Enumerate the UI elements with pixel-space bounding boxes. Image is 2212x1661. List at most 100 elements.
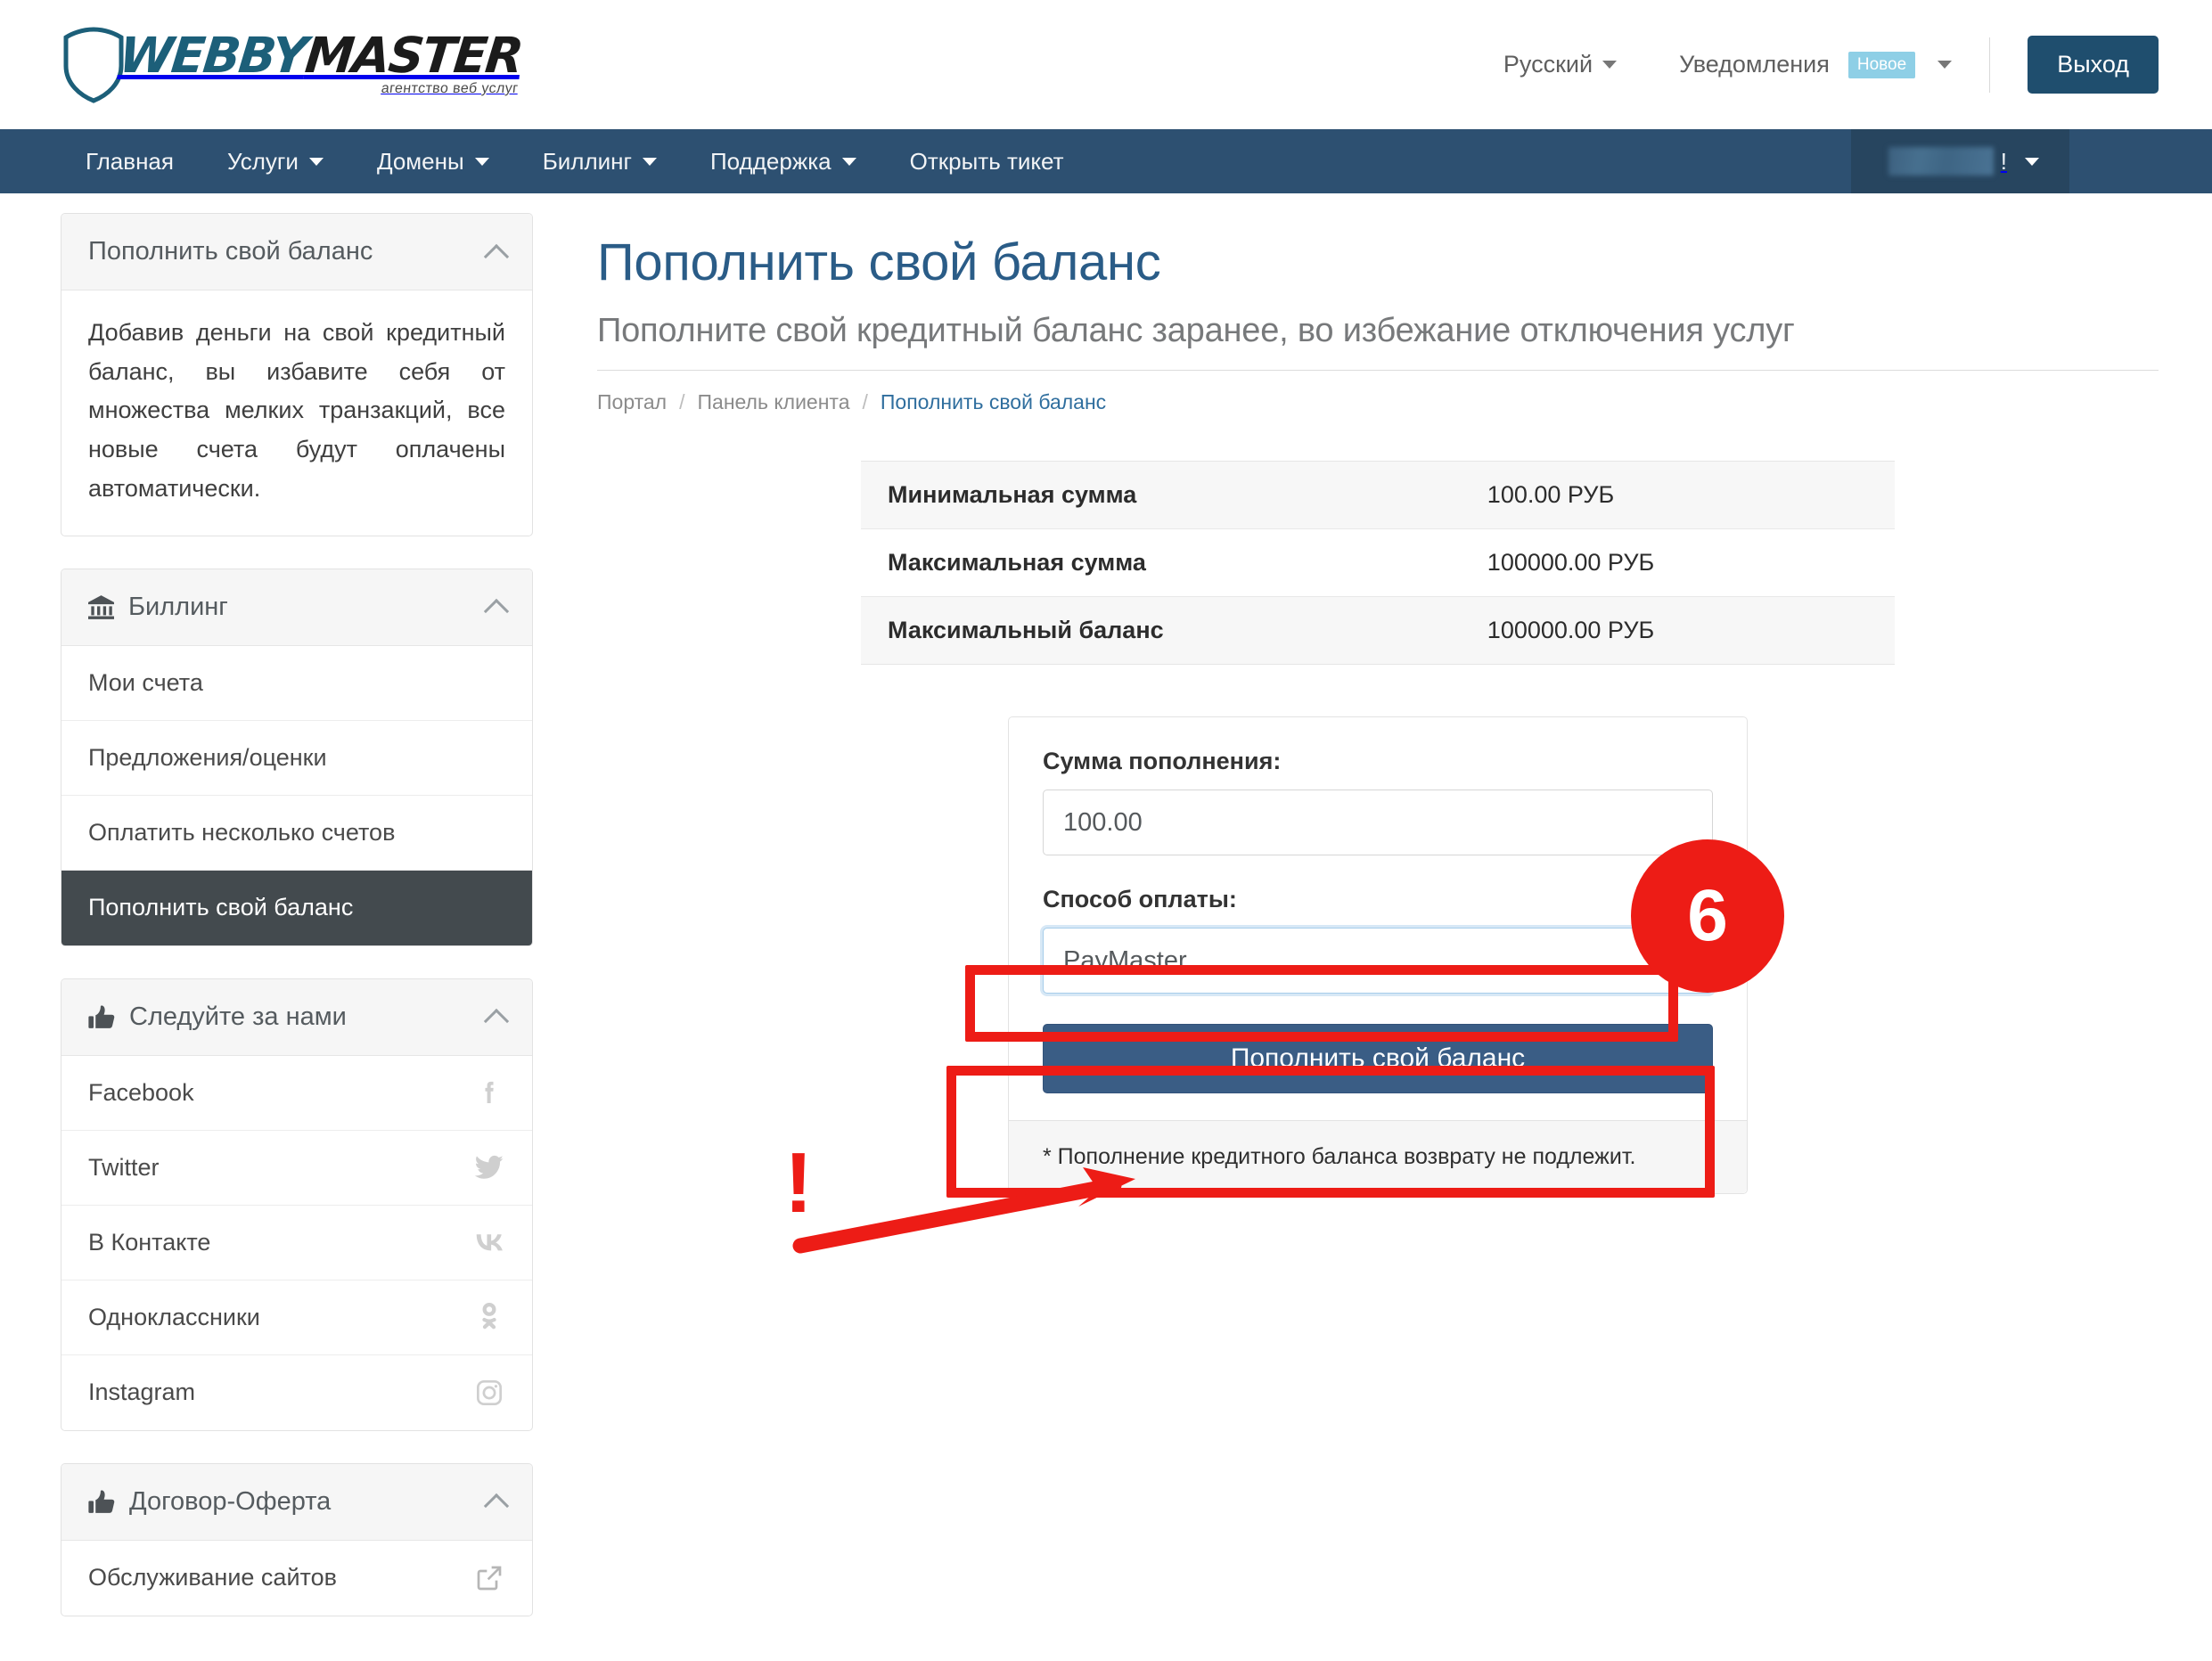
bank-icon bbox=[88, 594, 114, 619]
notifications-label: Уведомления bbox=[1679, 51, 1830, 78]
form-body: Сумма пополнения: Способ оплаты: Пополни… bbox=[1009, 717, 1747, 1120]
site-logo[interactable]: WEBBYMASTER агентство веб услуг bbox=[61, 26, 525, 103]
chevron-down-icon bbox=[2025, 157, 2039, 166]
limit-value: 100.00 РУБ bbox=[1487, 481, 1615, 508]
panel-header[interactable]: Договор-Оферта bbox=[61, 1463, 532, 1541]
thumbs-up-icon bbox=[88, 1005, 115, 1029]
instagram-icon bbox=[471, 1379, 507, 1407]
chevron-down-icon bbox=[474, 157, 489, 166]
sidebar-item-odnoklassniki[interactable]: Одноклассники bbox=[61, 1281, 532, 1355]
nav-item-billing[interactable]: Биллинг bbox=[516, 129, 684, 193]
limits-table: Минимальная сумма 100.00 РУБ Максимальна… bbox=[861, 461, 1895, 665]
username-redacted bbox=[1888, 147, 1994, 176]
chevron-down-icon bbox=[1938, 61, 1953, 69]
nav-item-home[interactable]: Главная bbox=[61, 129, 201, 193]
sidebar-item-add-funds[interactable]: Пополнить свой баланс bbox=[61, 870, 532, 945]
chevron-up-icon[interactable] bbox=[483, 243, 510, 269]
language-selector[interactable]: Русский bbox=[1503, 42, 1618, 87]
chevron-up-icon[interactable] bbox=[483, 1009, 510, 1035]
nav-label: Главная bbox=[86, 147, 174, 175]
table-row: Минимальная сумма 100.00 РУБ bbox=[861, 461, 1895, 529]
chevron-up-icon[interactable] bbox=[483, 1493, 510, 1519]
logo-text-secondary: MASTER bbox=[302, 27, 525, 85]
sidebar-item-instagram[interactable]: Instagram bbox=[61, 1355, 532, 1430]
panel-header[interactable]: Следуйте за нами bbox=[61, 978, 532, 1056]
nav-label: Открыть тикет bbox=[909, 147, 1064, 175]
sidebar-item-label: Пополнить свой баланс bbox=[88, 894, 354, 921]
sidebar-item-site-maintenance[interactable]: Обслуживание сайтов bbox=[61, 1541, 532, 1616]
nav-item-support[interactable]: Поддержка bbox=[684, 129, 883, 193]
sidebar-item-label: Twitter bbox=[88, 1153, 160, 1181]
nav-item-domains[interactable]: Домены bbox=[350, 129, 516, 193]
nav-item-services[interactable]: Услуги bbox=[201, 129, 350, 193]
limit-label: Минимальная сумма bbox=[888, 481, 1137, 508]
notifications-badge: Новое bbox=[1847, 51, 1916, 78]
sidebar-item-label: Facebook bbox=[88, 1078, 194, 1106]
sidebar-item-label: Мои счета bbox=[88, 668, 203, 696]
breadcrumb-separator: / bbox=[862, 390, 868, 413]
logo-text-primary: WEBBY bbox=[116, 27, 309, 85]
chevron-down-icon bbox=[841, 157, 856, 166]
sidebar-panel-follow-us: Следуйте за нами Facebook Twitter В Конт… bbox=[61, 978, 533, 1431]
notifications-menu[interactable]: Уведомления Новое bbox=[1679, 42, 1953, 87]
limit-value: 100000.00 РУБ bbox=[1487, 549, 1655, 576]
payment-method-select[interactable] bbox=[1043, 928, 1713, 994]
breadcrumb-separator: / bbox=[679, 390, 685, 413]
amount-input[interactable] bbox=[1043, 790, 1713, 855]
breadcrumb-client-panel[interactable]: Панель клиента bbox=[698, 390, 850, 414]
twitter-icon bbox=[471, 1152, 507, 1182]
site-header: WEBBYMASTER агентство веб услуг Русский … bbox=[0, 0, 2212, 129]
header-actions: Русский Уведомления Новое Выход bbox=[1503, 36, 2159, 94]
sidebar-item-mass-payment[interactable]: Оплатить несколько счетов bbox=[61, 796, 532, 871]
sidebar-item-label: В Контакте bbox=[88, 1228, 211, 1256]
logo-tagline: агентство веб услуг bbox=[380, 80, 520, 96]
panel-header[interactable]: Биллинг bbox=[61, 569, 532, 646]
thumbs-up-icon bbox=[88, 1490, 115, 1514]
table-row: Максимальный баланс 100000.00 РУБ bbox=[861, 596, 1895, 665]
logout-button[interactable]: Выход bbox=[2028, 36, 2159, 94]
submit-add-funds-button[interactable]: Пополнить свой баланс bbox=[1043, 1024, 1713, 1093]
sidebar-item-vk[interactable]: В Контакте bbox=[61, 1206, 532, 1281]
user-account-menu[interactable]: ! bbox=[1850, 129, 2069, 193]
facebook-icon bbox=[471, 1078, 507, 1107]
limit-label: Максимальная сумма bbox=[888, 549, 1146, 576]
chevron-down-icon bbox=[308, 157, 324, 166]
form-footnote: * Пополнение кредитного баланса возврату… bbox=[1009, 1120, 1747, 1193]
nav-item-open-ticket[interactable]: Открыть тикет bbox=[883, 129, 1091, 193]
sidebar-item-label: Оплатить несколько счетов bbox=[88, 818, 396, 846]
panel-header[interactable]: Пополнить свой баланс bbox=[61, 214, 532, 290]
nav-label: Поддержка bbox=[709, 147, 832, 175]
panel-title: Пополнить свой баланс bbox=[88, 237, 373, 266]
payment-method-label: Способ оплаты: bbox=[1043, 886, 1237, 912]
sidebar-panel-offer-agreement: Договор-Оферта Обслуживание сайтов bbox=[61, 1462, 533, 1616]
ok-icon bbox=[471, 1303, 507, 1331]
sidebar-item-twitter[interactable]: Twitter bbox=[61, 1131, 532, 1206]
language-label: Русский bbox=[1503, 51, 1593, 78]
add-funds-section: Минимальная сумма 100.00 РУБ Максимальна… bbox=[861, 461, 1895, 1194]
panel-title: Договор-Оферта bbox=[129, 1486, 332, 1516]
nav-label: Биллинг bbox=[542, 147, 632, 175]
table-row: Максимальная сумма 100000.00 РУБ bbox=[861, 529, 1895, 597]
vk-icon bbox=[471, 1229, 507, 1256]
shield-icon bbox=[61, 26, 127, 103]
chevron-down-icon bbox=[1602, 61, 1618, 69]
chevron-up-icon[interactable] bbox=[483, 599, 510, 625]
panel-title: Биллинг bbox=[128, 592, 228, 621]
sidebar-item-my-invoices[interactable]: Мои счета bbox=[61, 646, 532, 721]
page-title: Пополнить свой баланс bbox=[597, 233, 1161, 291]
page-subtitle: Пополните свой кредитный баланс заранее,… bbox=[597, 312, 1795, 349]
main-navigation: Главная Услуги Домены Биллинг Поддержка … bbox=[0, 129, 2212, 193]
sidebar: Пополнить свой баланс Добавив деньги на … bbox=[61, 213, 533, 1649]
sidebar-item-quotes[interactable]: Предложения/оценки bbox=[61, 721, 532, 796]
limit-value: 100000.00 РУБ bbox=[1487, 617, 1655, 643]
sidebar-item-label: Одноклассники bbox=[88, 1303, 260, 1330]
divider bbox=[1989, 37, 1991, 93]
sidebar-item-facebook[interactable]: Facebook bbox=[61, 1056, 532, 1131]
sidebar-item-label: Обслуживание сайтов bbox=[88, 1564, 337, 1591]
panel-title: Следуйте за нами bbox=[129, 1002, 347, 1031]
main-content: Пополнить свой баланс Пополните свой кре… bbox=[533, 213, 2212, 1194]
breadcrumb-portal[interactable]: Портал bbox=[597, 390, 667, 414]
add-funds-form: Сумма пополнения: Способ оплаты: Пополни… bbox=[1008, 716, 1748, 1194]
nav-label: Услуги bbox=[226, 147, 299, 175]
